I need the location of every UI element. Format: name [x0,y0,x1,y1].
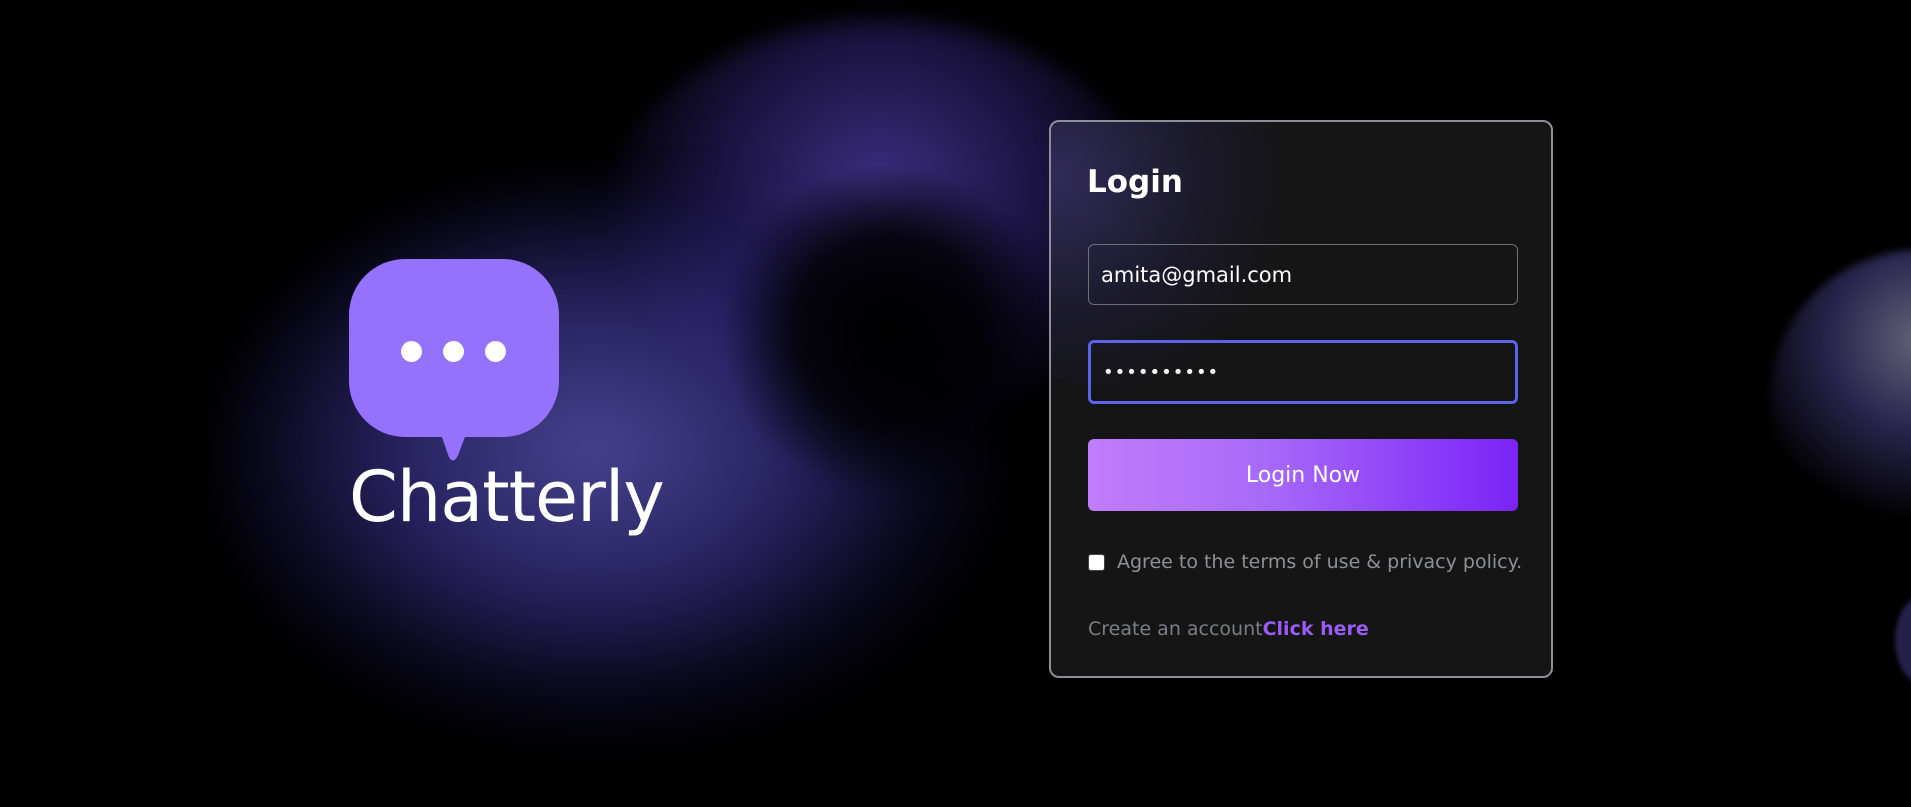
dot [401,341,422,362]
background-glow [1770,250,1911,550]
chat-bubble-dots-icon [349,259,559,469]
typing-dots [401,341,506,362]
terms-label: Agree to the terms of use & privacy poli… [1117,551,1523,573]
login-page: Chatterly Login Login Now Agree to the t… [0,0,1911,807]
brand-name: Chatterly [349,456,665,538]
email-field[interactable] [1088,244,1518,305]
create-account-link[interactable]: Click here [1263,618,1369,640]
create-account-row: Create an accountClick here [1088,618,1369,640]
dot [485,341,506,362]
password-field[interactable] [1088,340,1518,404]
login-button[interactable]: Login Now [1088,439,1518,511]
terms-row: Agree to the terms of use & privacy poli… [1088,551,1522,573]
login-title: Login [1087,164,1183,200]
create-account-prompt: Create an account [1088,618,1263,640]
terms-checkbox[interactable] [1088,553,1105,571]
background-glow [1895,595,1911,685]
login-card: Login Login Now Agree to the terms of us… [1049,120,1553,678]
background-shadow [720,170,1060,490]
dot [443,341,464,362]
